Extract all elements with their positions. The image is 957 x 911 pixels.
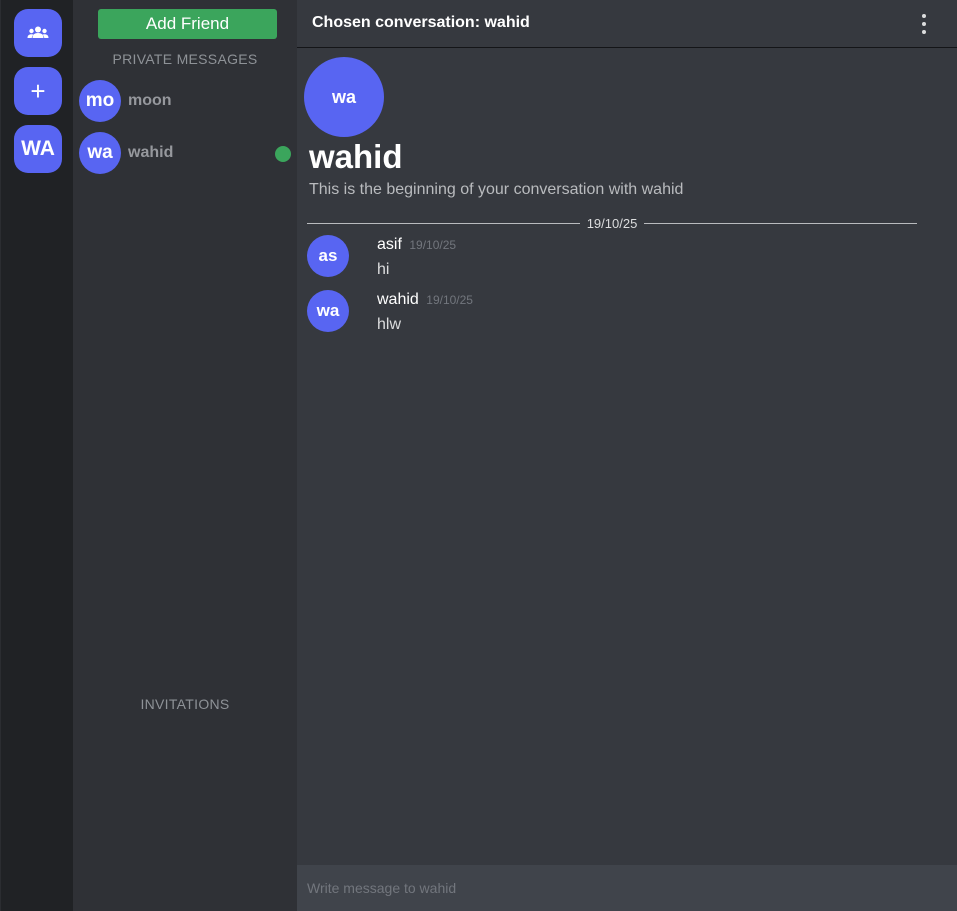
message-author[interactable]: wahid: [377, 291, 419, 308]
add-server-button[interactable]: +: [14, 67, 62, 115]
invitations-heading: INVITATIONS: [140, 696, 230, 712]
date-divider: 19/10/25: [307, 214, 918, 232]
server-button-wa[interactable]: WA: [14, 125, 62, 173]
message-header: wahid 19/10/25: [377, 291, 473, 309]
app-window: + WA Add Friend PRIVATE MESSAGES mo moon…: [0, 0, 957, 911]
friends-button[interactable]: [14, 9, 62, 57]
dm-item-moon[interactable]: mo moon: [79, 79, 291, 123]
conversation-avatar: wa: [304, 57, 384, 137]
plus-icon: +: [30, 75, 46, 106]
add-friend-button[interactable]: Add Friend: [98, 9, 277, 39]
private-messages-heading: PRIVATE MESSAGES: [112, 51, 258, 67]
server-rail: + WA: [0, 0, 73, 911]
divider-line: [644, 222, 918, 224]
dm-name: wahid: [128, 144, 174, 161]
message-author[interactable]: asif: [377, 236, 402, 253]
message-composer: [297, 865, 957, 911]
users-icon: [27, 26, 49, 38]
divider-date: 19/10/25: [586, 215, 638, 231]
chat-title: Chosen conversation: wahid: [312, 14, 530, 31]
dm-sidebar: Add Friend PRIVATE MESSAGES mo moon wa w…: [73, 0, 297, 911]
message-timestamp: 19/10/25: [409, 238, 457, 252]
avatar[interactable]: wa: [307, 290, 349, 332]
dm-item-wahid[interactable]: wa wahid: [79, 131, 291, 175]
avatar[interactable]: as: [307, 235, 349, 277]
message-timestamp: 19/10/25: [426, 293, 473, 307]
avatar: mo: [79, 80, 121, 122]
chat-panel: Chosen conversation: wahid wa wahid This…: [297, 0, 957, 911]
message-header: asif 19/10/25: [377, 236, 456, 254]
message: wa wahid 19/10/25 hlw: [307, 290, 907, 340]
message: as asif 19/10/25 hi: [307, 235, 907, 285]
vertical-ellipsis-icon[interactable]: [918, 14, 930, 34]
message-text: hi: [377, 261, 390, 278]
server-initials: WA: [21, 137, 55, 160]
message-input[interactable]: [297, 865, 957, 911]
avatar: wa: [79, 132, 121, 174]
dm-name: moon: [128, 92, 172, 109]
conversation-intro: This is the beginning of your conversati…: [309, 181, 684, 198]
message-text: hlw: [377, 316, 402, 333]
chat-header: Chosen conversation: wahid: [297, 0, 957, 48]
divider-line: [307, 222, 580, 224]
online-status-icon: [275, 146, 291, 162]
conversation-name: wahid: [309, 138, 403, 175]
